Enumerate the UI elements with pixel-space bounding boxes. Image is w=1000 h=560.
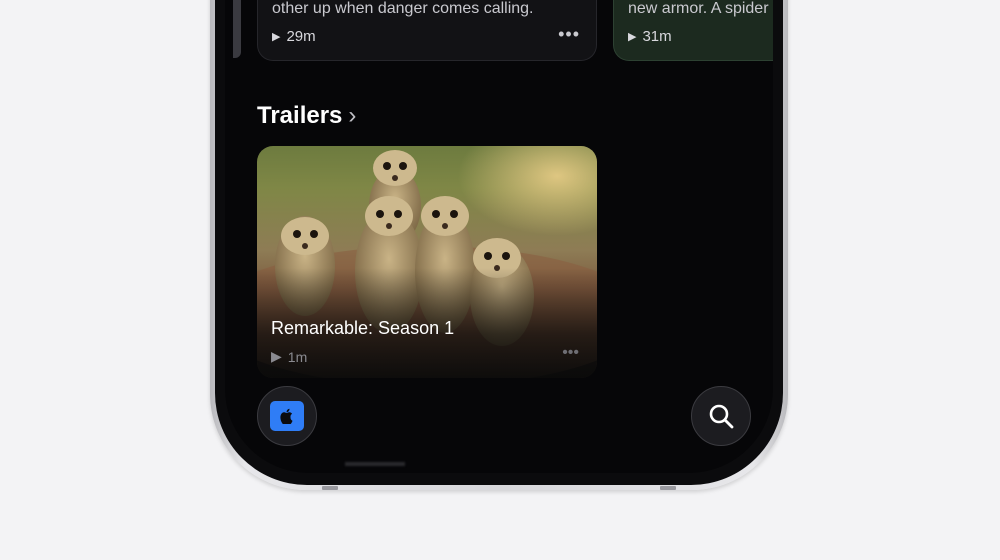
search-button[interactable] bbox=[691, 386, 751, 446]
phone-frame: other up when danger comes calling. ▶ 29… bbox=[210, 0, 788, 490]
episode-duration: 29m bbox=[286, 28, 316, 45]
home-tab-button[interactable] bbox=[257, 386, 317, 446]
apple-logo-icon bbox=[280, 408, 293, 424]
faded-divider bbox=[345, 462, 405, 466]
play-icon: ▶ bbox=[628, 31, 637, 43]
frame-seam bbox=[660, 486, 676, 490]
chevron-right-icon: › bbox=[348, 102, 357, 129]
episode-description: new armor. A spider bbox=[628, 0, 769, 17]
more-options-button[interactable]: ••• bbox=[562, 344, 579, 362]
phone-bezel: other up when danger comes calling. ▶ 29… bbox=[215, 0, 783, 485]
more-options-button[interactable]: ••• bbox=[558, 24, 580, 45]
frame-seam bbox=[322, 486, 338, 490]
app-screen: other up when danger comes calling. ▶ 29… bbox=[225, 0, 773, 473]
section-heading: Trailers bbox=[257, 102, 343, 129]
apple-tv-icon bbox=[270, 401, 304, 431]
episode-meta: ▶ 29m bbox=[272, 28, 316, 45]
play-icon: ▶ bbox=[272, 31, 281, 43]
episode-card[interactable]: other up when danger comes calling. ▶ 29… bbox=[257, 0, 597, 61]
trailer-meta: ▶ 1m bbox=[271, 348, 307, 365]
trailer-card[interactable]: Remarkable: Season 1 ▶ 1m ••• bbox=[257, 146, 597, 378]
sun-glow bbox=[457, 146, 597, 236]
trailers-section-link[interactable]: Trailers › bbox=[257, 102, 356, 130]
episode-card[interactable]: new armor. A spider ▶ 31m bbox=[613, 0, 773, 61]
trailer-duration: 1m bbox=[287, 348, 308, 365]
offscreen-card-edge[interactable] bbox=[233, 0, 241, 58]
search-icon bbox=[709, 404, 734, 429]
episode-meta: ▶ 31m bbox=[628, 28, 672, 45]
episode-duration: 31m bbox=[642, 28, 672, 45]
episode-description: other up when danger comes calling. bbox=[272, 0, 534, 17]
trailer-title: Remarkable: Season 1 bbox=[271, 318, 455, 338]
play-icon: ▶ bbox=[271, 348, 282, 364]
